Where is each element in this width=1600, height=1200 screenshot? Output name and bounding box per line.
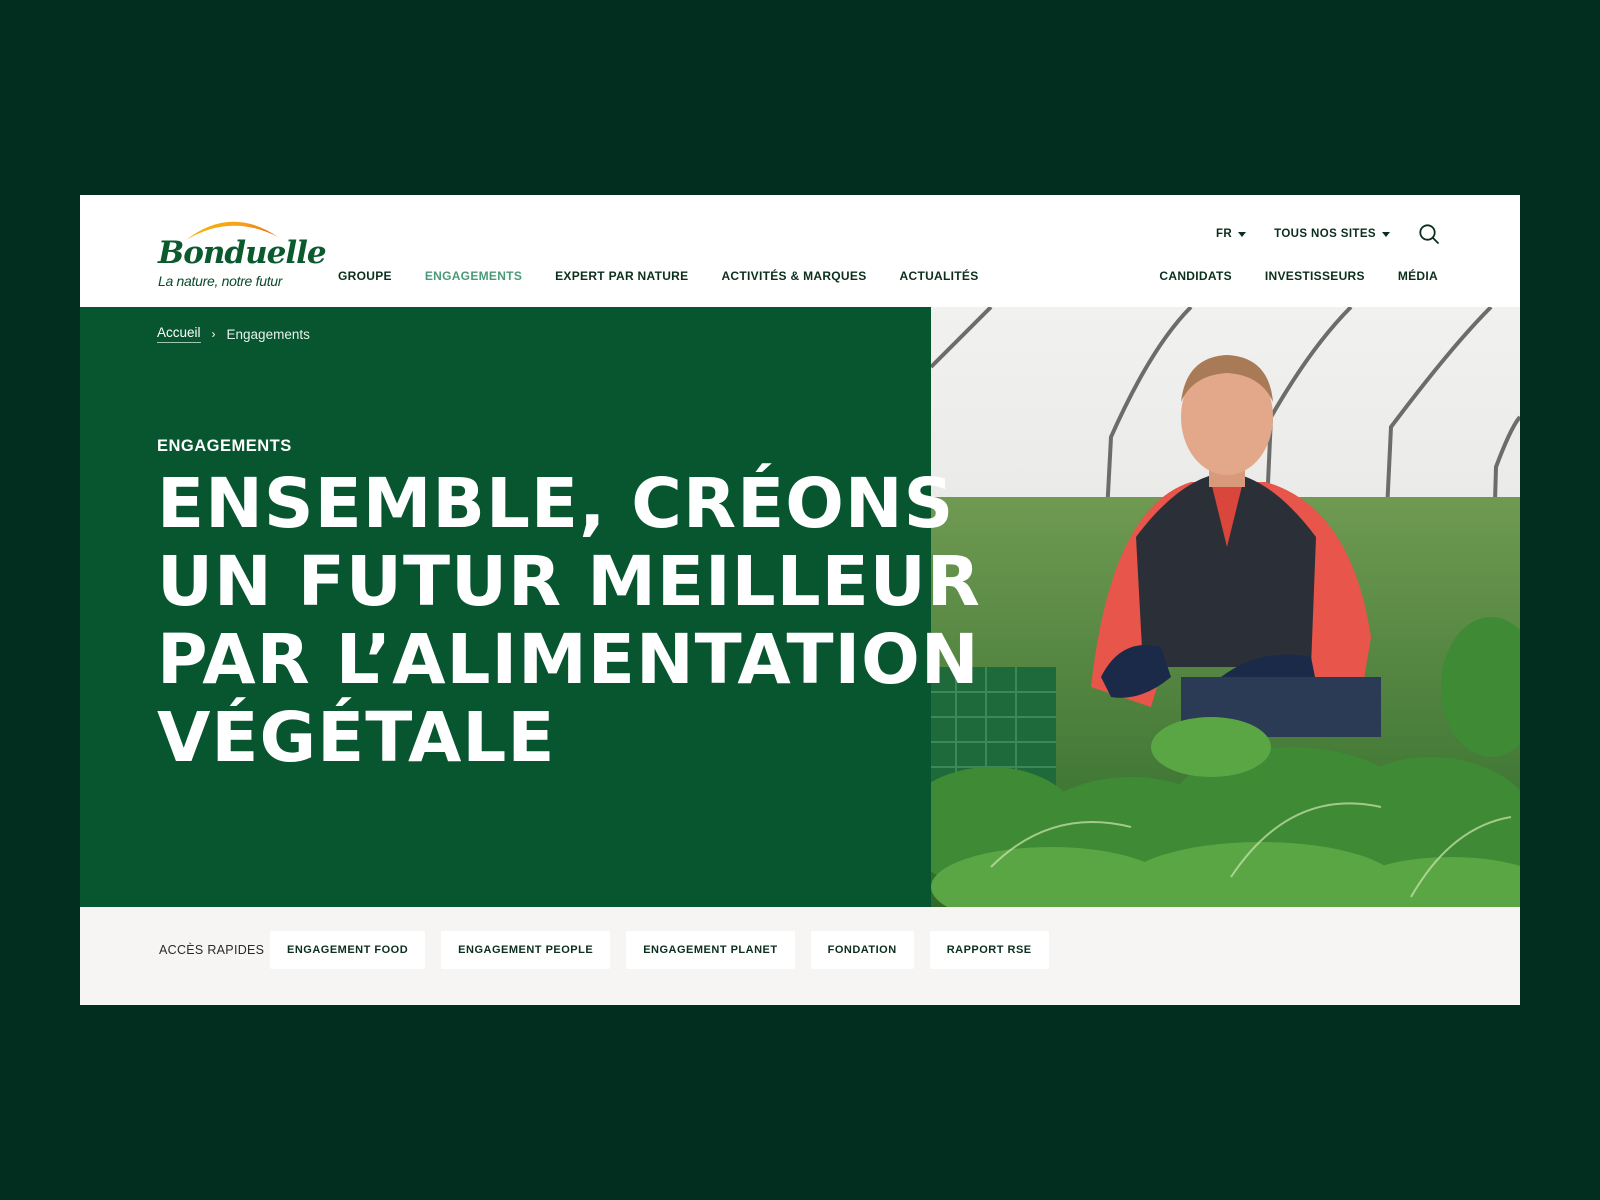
nav-item-actualites[interactable]: ACTUALITÉS: [900, 269, 979, 283]
language-label: FR: [1215, 228, 1233, 240]
secondary-nav: CANDIDATS INVESTISSEURS MÉDIA: [1126, 269, 1438, 283]
browser-page: Bonduelle La nature, notre futur GROUPE …: [80, 195, 1520, 1005]
nav-item-media[interactable]: MÉDIA: [1398, 269, 1438, 283]
utility-bar: FR TOUS NOS SITES: [1188, 223, 1440, 245]
nav-item-engagements[interactable]: ENGAGEMENTS: [425, 269, 522, 283]
hero-headline: ENSEMBLE, CRÉONS UN FUTUR MEILLEUR PAR L…: [157, 465, 1157, 777]
quick-link-engagement-planet[interactable]: ENGAGEMENT PLANET: [626, 931, 795, 969]
hero-eyebrow: ENGAGEMENTS: [157, 437, 292, 455]
headline-line-2: UN FUTUR MEILLEUR: [157, 542, 981, 622]
quick-link-engagement-food[interactable]: ENGAGEMENT FOOD: [270, 931, 426, 969]
nav-item-candidats[interactable]: CANDIDATS: [1159, 269, 1231, 283]
quick-access-links: ENGAGEMENT FOOD ENGAGEMENT PEOPLE ENGAGE…: [270, 931, 1065, 969]
quick-access-bar: ACCÈS RAPIDES ENGAGEMENT FOOD ENGAGEMENT…: [80, 907, 1520, 1005]
sites-selector[interactable]: TOUS NOS SITES: [1274, 228, 1390, 240]
breadcrumb-current: Engagements: [226, 326, 310, 342]
sites-label: TOUS NOS SITES: [1274, 228, 1376, 240]
quick-link-engagement-people[interactable]: ENGAGEMENT PEOPLE: [441, 931, 611, 969]
nav-item-expert-par-nature[interactable]: EXPERT PAR NATURE: [555, 269, 688, 283]
quick-link-fondation[interactable]: FONDATION: [810, 931, 914, 969]
nav-item-investisseurs[interactable]: INVESTISSEURS: [1265, 269, 1365, 283]
headline-line-1: ENSEMBLE, CRÉONS: [157, 464, 955, 544]
language-selector[interactable]: FR: [1215, 228, 1247, 240]
logo-wordmark: Bonduelle: [158, 235, 327, 271]
bonduelle-logo[interactable]: Bonduelle La nature, notre futur: [156, 207, 327, 291]
quick-link-rapport-rse[interactable]: RAPPORT RSE: [929, 931, 1049, 969]
nav-item-groupe[interactable]: GROUPE: [338, 269, 392, 283]
chevron-right-icon: ›: [211, 327, 216, 341]
breadcrumb: Accueil › Engagements: [157, 325, 310, 343]
breadcrumb-home-link[interactable]: Accueil: [157, 325, 201, 343]
chevron-down-icon: [1382, 231, 1390, 237]
site-header: Bonduelle La nature, notre futur GROUPE …: [80, 195, 1520, 307]
quick-access-label: ACCÈS RAPIDES: [159, 943, 265, 957]
logo-tagline: La nature, notre futur: [158, 273, 283, 289]
search-icon[interactable]: [1418, 223, 1440, 245]
chevron-down-icon: [1238, 231, 1247, 237]
headline-line-3: PAR L’ALIMENTATION: [157, 620, 980, 700]
headline-line-4: VÉGÉTALE: [157, 698, 556, 778]
hero-section: Accueil › Engagements ENGAGEMENTS ENSEMB…: [80, 307, 1520, 907]
main-nav: GROUPE ENGAGEMENTS EXPERT PAR NATURE ACT…: [338, 269, 1012, 283]
nav-item-activites-marques[interactable]: ACTIVITÉS & MARQUES: [721, 269, 866, 283]
